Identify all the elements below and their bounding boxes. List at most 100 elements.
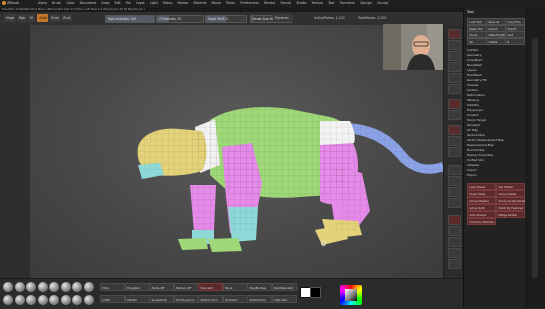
menu-document[interactable]: Document	[80, 1, 97, 5]
zadd-button[interactable]: Zadd	[37, 14, 48, 22]
menu-transform[interactable]: Transform	[339, 1, 355, 5]
solo-button[interactable]	[448, 248, 461, 258]
tray-item-geometry-hd[interactable]: Geometry HD	[467, 78, 487, 82]
menu-render[interactable]: Render	[264, 1, 275, 5]
tray-item-masking[interactable]: Masking	[467, 98, 479, 102]
brush-button-snakehook[interactable]: SnakeHook	[149, 295, 174, 303]
brush-thumbnail[interactable]	[72, 282, 82, 292]
tray-button-polish-by-features[interactable]: Polish By Features	[496, 204, 525, 211]
tray-item-morph-target[interactable]: Morph Target	[467, 118, 486, 122]
tray-button-clone[interactable]: Clone	[467, 31, 487, 38]
brush-thumbnail[interactable]	[14, 282, 25, 292]
tray-button-group-masked[interactable]: Group Masked	[467, 197, 496, 204]
menu-marker[interactable]: Marker	[178, 1, 189, 5]
xpose-view-button[interactable]	[448, 259, 461, 269]
move-view-button[interactable]	[448, 176, 461, 186]
tray-button-all[interactable]: All	[467, 37, 487, 45]
tray-button-make-polymesh3d[interactable]: Make PolyMesh3D	[486, 31, 513, 38]
brush-button-hpolish[interactable]: hPolish	[124, 295, 150, 303]
menu-tool[interactable]: Tool	[328, 1, 334, 5]
tray-item-polygroups[interactable]: Polygroups	[467, 108, 483, 112]
tray-button-auto-groups[interactable]: Auto Groups	[467, 211, 496, 218]
menu-edit[interactable]: Edit	[114, 1, 120, 5]
local-button[interactable]	[448, 125, 461, 135]
focal-shift-slider[interactable]: Focal Shift 0	[205, 14, 247, 23]
tray-button-group-visible[interactable]: Group Visible	[496, 190, 525, 197]
menu-stroke[interactable]: Stroke	[296, 1, 306, 5]
tray-item-display-properties[interactable]: Display Properties	[467, 153, 493, 157]
actual-button[interactable]	[448, 73, 461, 83]
tray-item-layers[interactable]: Layers	[467, 68, 477, 72]
floor-button[interactable]	[448, 110, 461, 120]
brush-button-standard[interactable]: Standard	[198, 283, 223, 291]
tray-item-initialize[interactable]: Initialize	[467, 163, 479, 167]
scroll-button[interactable]	[448, 51, 461, 61]
tray-item-geometry[interactable]: Geometry	[467, 53, 481, 57]
dynamic-button[interactable]: Dynamic	[273, 14, 293, 22]
tray-button-load-tool[interactable]: Load Tool	[467, 18, 487, 25]
brush-button-dots[interactable]: Dots	[100, 283, 125, 291]
z-intensity-slider[interactable]: Z Intensity 25	[156, 14, 204, 23]
tray-item-fibermesh[interactable]: FiberMesh	[467, 73, 482, 77]
brush-button-dragrect[interactable]: DragRect	[124, 283, 150, 291]
brush-thumbnail[interactable]	[37, 282, 48, 292]
xpose-button[interactable]	[448, 147, 461, 157]
zsub-button[interactable]: Zsub	[49, 14, 60, 22]
brush-button-alpha-off[interactable]: Alpha Off	[149, 283, 174, 291]
menu-color[interactable]: Color	[66, 1, 74, 5]
transp-button[interactable]	[448, 226, 461, 236]
tray-item-export[interactable]: Export	[467, 173, 476, 177]
m-button[interactable]: M	[28, 14, 35, 22]
tray-item-preview[interactable]: Preview	[467, 83, 478, 87]
tray-button-lazy-mouse[interactable]: Lazy Mouse	[467, 183, 496, 190]
tray-button-group-split[interactable]: Group Split	[467, 204, 496, 211]
aahalf-button[interactable]	[448, 84, 461, 94]
brush-button-move[interactable]: Move	[222, 283, 248, 291]
brush-button-inflat[interactable]: Inflat	[100, 295, 125, 303]
menu-zplugin[interactable]: Zplugin	[360, 1, 372, 5]
brush-thumbnail[interactable]	[49, 295, 59, 305]
menu-alpha[interactable]: Alpha	[38, 1, 47, 5]
tray-item-visibility[interactable]: Visibility	[467, 103, 479, 107]
menu-stencil[interactable]: Stencil	[281, 1, 292, 5]
brush-thumbnail[interactable]	[49, 282, 59, 292]
spix-button[interactable]	[448, 40, 461, 50]
tray-scrollbar[interactable]	[525, 8, 545, 308]
color-picker-square[interactable]	[345, 289, 357, 301]
menu-macro[interactable]: Macro	[163, 1, 173, 5]
tray-button-group-as-dynamesh-sub[interactable]: Group As Dynamesh Sub	[496, 197, 532, 204]
brush-thumbnail[interactable]	[3, 295, 13, 305]
brush-button-texture-off[interactable]: Texture Off	[173, 283, 199, 291]
brush-thumbnail[interactable]	[60, 282, 71, 292]
menu-zscript[interactable]: Zscript	[377, 1, 388, 5]
tray-item-texture-map[interactable]: Texture Map	[467, 133, 485, 137]
tray-item-uv-map[interactable]: UV Map	[467, 128, 478, 132]
bpr-button[interactable]	[448, 29, 461, 39]
tray-button-r[interactable]: R	[505, 37, 525, 45]
brush-thumbnail[interactable]	[14, 295, 25, 305]
brush-thumbnail[interactable]	[83, 282, 94, 292]
brush-thumbnail[interactable]	[3, 282, 13, 292]
tray-item-deformation[interactable]: Deformation	[467, 93, 485, 97]
rgb-button[interactable]: Rgb	[17, 14, 27, 22]
brush-thumbnail[interactable]	[37, 295, 48, 305]
tray-button-copy-tool[interactable]: Copy Tool	[505, 18, 525, 25]
tray-button-visible[interactable]: Visible	[486, 37, 506, 45]
brush-thumbnail[interactable]	[60, 295, 71, 305]
menu-light[interactable]: Light	[150, 1, 158, 5]
tray-item-arraymesh[interactable]: ArrayMesh	[467, 58, 482, 62]
tray-item-import[interactable]: Import	[467, 168, 477, 172]
tray-item-surface[interactable]: Surface	[467, 88, 478, 92]
rotate-view-button[interactable]	[448, 198, 461, 208]
color-picker[interactable]	[340, 285, 362, 305]
brush-button-alternate[interactable]: Alternate	[271, 295, 297, 303]
brush-button-switch-color[interactable]: Switch Color	[198, 295, 223, 303]
brush-button-switchcolor[interactable]: SwitchColor	[247, 295, 272, 303]
menu-texture[interactable]: Texture	[311, 1, 323, 5]
tray-item-normal-map[interactable]: Normal Map	[467, 148, 484, 152]
tray-item-nanomesh[interactable]: NanoMesh	[467, 63, 482, 67]
tray-item-subtool[interactable]: SubTool	[467, 48, 478, 52]
menu-preferences[interactable]: Preferences	[240, 1, 259, 5]
menu-layer[interactable]: Layer	[136, 1, 145, 5]
menu-material[interactable]: Material	[194, 1, 207, 5]
